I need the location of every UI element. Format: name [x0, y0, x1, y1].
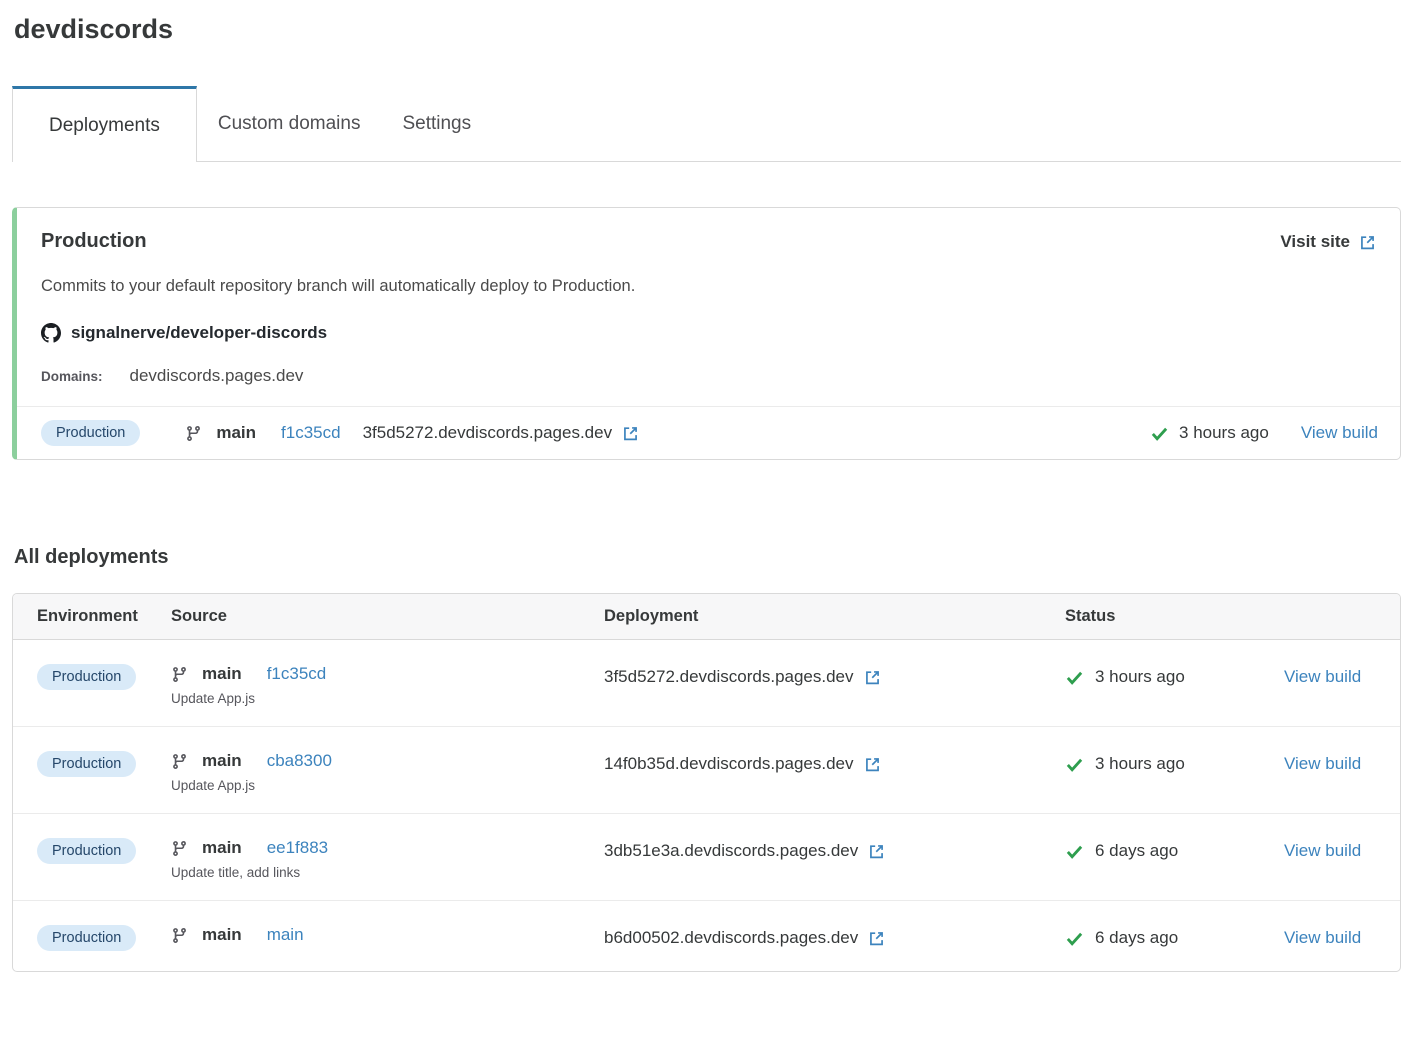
environment-badge: Production — [37, 751, 136, 777]
deployment-url: 3f5d5272.devdiscords.pages.dev — [363, 423, 613, 443]
production-description: Commits to your default repository branc… — [41, 277, 1376, 296]
tab-custom-domains[interactable]: Custom domains — [197, 86, 382, 161]
external-link-icon[interactable] — [864, 669, 881, 686]
git-branch-icon — [171, 927, 188, 944]
check-icon — [1065, 842, 1084, 861]
branch-name: main — [202, 664, 242, 684]
tab-label: Deployments — [49, 115, 160, 137]
status-time: 6 days ago — [1095, 841, 1178, 861]
status-time: 3 hours ago — [1179, 423, 1269, 443]
table-header: Environment Source Deployment Status — [13, 594, 1400, 640]
git-branch-icon — [185, 425, 202, 442]
view-build-link[interactable]: View build — [1284, 841, 1361, 860]
column-header-status: Status — [1065, 607, 1284, 626]
page-title: devdiscords — [14, 14, 1401, 45]
deployment-url: 3db51e3a.devdiscords.pages.dev — [604, 841, 858, 861]
check-icon — [1065, 929, 1084, 948]
status-time: 3 hours ago — [1095, 667, 1185, 687]
environment-badge: Production — [41, 420, 140, 446]
table-row: Production main f1c35cd Update App.js 3f… — [13, 640, 1400, 727]
deployment-url: 14f0b35d.devdiscords.pages.dev — [604, 754, 854, 774]
deployment-url: 3f5d5272.devdiscords.pages.dev — [604, 667, 854, 687]
column-header-deployment: Deployment — [604, 607, 1065, 626]
environment-badge: Production — [37, 838, 136, 864]
deployment-url: b6d00502.devdiscords.pages.dev — [604, 928, 858, 948]
github-icon — [41, 323, 61, 343]
tab-deployments[interactable]: Deployments — [12, 86, 197, 162]
check-icon — [1065, 755, 1084, 774]
all-deployments-title: All deployments — [14, 546, 1401, 569]
table-row: Production main main b6d00502.devdiscord… — [13, 901, 1400, 971]
domains-label: Domains: — [41, 369, 103, 384]
view-build-link[interactable]: View build — [1284, 928, 1361, 947]
column-header-source: Source — [171, 607, 604, 626]
tab-label: Settings — [402, 113, 471, 135]
production-card-title: Production — [41, 230, 1376, 253]
production-latest-deployment-row: Production main f1c35cd 3f5d5272.devdisc… — [17, 406, 1400, 459]
commit-link[interactable]: f1c35cd — [281, 423, 341, 443]
check-icon — [1065, 668, 1084, 687]
git-branch-icon — [171, 753, 188, 770]
environment-badge: Production — [37, 925, 136, 951]
commit-link[interactable]: cba8300 — [267, 751, 332, 771]
tab-bar: Deployments Custom domains Settings — [12, 86, 1401, 162]
view-build-link[interactable]: View build — [1301, 423, 1378, 443]
branch-name: main — [216, 423, 256, 443]
repo-name[interactable]: signalnerve/developer-discords — [71, 323, 327, 343]
external-link-icon[interactable] — [868, 843, 885, 860]
tab-label: Custom domains — [218, 113, 361, 135]
column-header-environment: Environment — [37, 607, 171, 626]
branch-name: main — [202, 751, 242, 771]
commit-message: Update App.js — [171, 691, 604, 706]
production-card: Production Commits to your default repos… — [12, 207, 1401, 460]
status-time: 6 days ago — [1095, 928, 1178, 948]
environment-badge: Production — [37, 664, 136, 690]
branch-name: main — [202, 838, 242, 858]
commit-link[interactable]: main — [267, 925, 304, 945]
status-time: 3 hours ago — [1095, 754, 1185, 774]
external-link-icon[interactable] — [864, 756, 881, 773]
external-link-icon — [1359, 234, 1376, 251]
commit-link[interactable]: f1c35cd — [267, 664, 327, 684]
table-row: Production main ee1f883 Update title, ad… — [13, 814, 1400, 901]
view-build-link[interactable]: View build — [1284, 667, 1361, 686]
git-branch-icon — [171, 840, 188, 857]
view-build-link[interactable]: View build — [1284, 754, 1361, 773]
branch-name: main — [202, 925, 242, 945]
table-row: Production main cba8300 Update App.js 14… — [13, 727, 1400, 814]
commit-link[interactable]: ee1f883 — [267, 838, 328, 858]
visit-site-label: Visit site — [1280, 232, 1350, 252]
external-link-icon[interactable] — [622, 425, 639, 442]
deployments-table: Environment Source Deployment Status Pro… — [12, 593, 1401, 972]
visit-site-link[interactable]: Visit site — [1280, 232, 1376, 252]
tab-settings[interactable]: Settings — [381, 86, 492, 161]
commit-message: Update App.js — [171, 778, 604, 793]
git-branch-icon — [171, 666, 188, 683]
external-link-icon[interactable] — [868, 930, 885, 947]
check-icon — [1150, 424, 1169, 443]
commit-message: Update title, add links — [171, 865, 604, 880]
domains-value: devdiscords.pages.dev — [130, 366, 304, 386]
